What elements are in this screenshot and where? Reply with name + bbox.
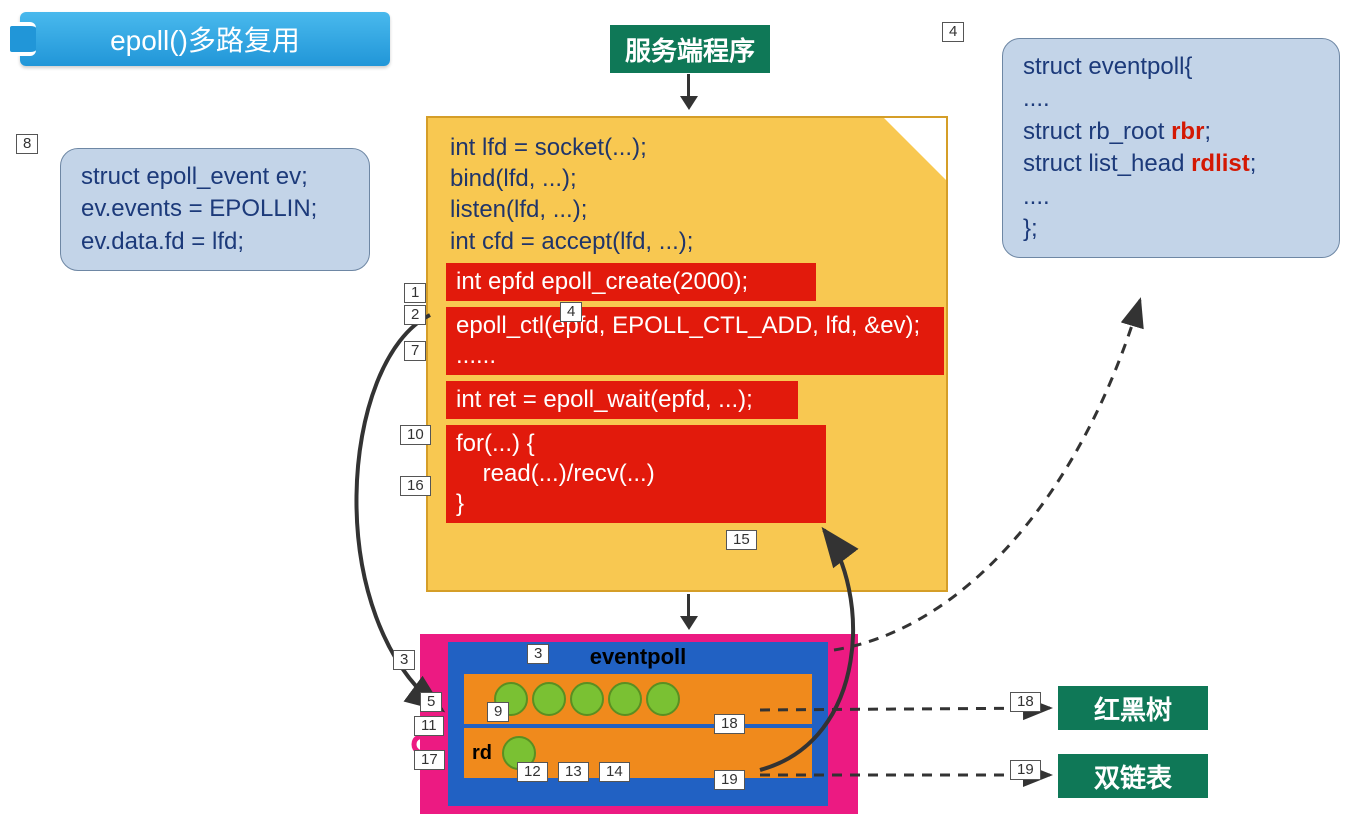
rb-l6: }; xyxy=(1023,213,1319,245)
code-c2: bind(lfd, ...); xyxy=(450,163,946,194)
num-18-right: 18 xyxy=(1010,692,1041,712)
rb-l4: struct list_head rdlist; xyxy=(1023,148,1319,180)
left-l3: ev.data.fd = lfd; xyxy=(81,226,349,258)
num-3-outer: 3 xyxy=(393,650,415,670)
code-c4: int cfd = accept(lfd, ...); xyxy=(450,226,946,257)
node-circle xyxy=(532,682,566,716)
code-note: int lfd = socket(...); bind(lfd, ...); l… xyxy=(426,116,948,592)
num-1: 1 xyxy=(404,283,426,303)
num-7: 7 xyxy=(404,341,426,361)
num-4-top: 4 xyxy=(942,22,964,42)
num-17: 17 xyxy=(414,750,445,770)
node-circle xyxy=(608,682,642,716)
num-12: 12 xyxy=(517,762,548,782)
code-c1: int lfd = socket(...); xyxy=(450,132,946,163)
blue-eventpoll: eventpoll rd xyxy=(448,642,828,806)
rb-l2: .... xyxy=(1023,83,1319,115)
red-for-loop: for(...) { read(...)/recv(...) } xyxy=(446,425,826,523)
num-19-inner: 19 xyxy=(714,770,745,790)
red-epoll-create: int epfd epoll_create(2000); xyxy=(446,263,816,301)
left-l1: struct epoll_event ev; xyxy=(81,161,349,193)
title-ring xyxy=(6,22,36,56)
num-18-inner: 18 xyxy=(714,714,745,734)
eventpoll-title: eventpoll xyxy=(448,644,828,670)
code-c3: listen(lfd, ...); xyxy=(450,194,946,225)
rdlist-label: rd xyxy=(472,742,492,765)
num-11: 11 xyxy=(414,716,444,736)
pink-container: eventpoll rd xyxy=(420,634,858,814)
title-bar: epoll()多路复用 xyxy=(20,12,390,66)
num-15: 15 xyxy=(726,530,757,550)
num-3-inner: 3 xyxy=(527,644,549,664)
num-4-inline: 4 xyxy=(560,302,582,322)
num-2: 2 xyxy=(404,305,426,325)
label-dlist: 双链表 xyxy=(1058,754,1208,798)
right-struct-box: struct eventpoll{ .... struct rb_root rb… xyxy=(1002,38,1340,258)
num-5: 5 xyxy=(420,692,442,712)
num-16: 16 xyxy=(400,476,431,496)
red-epoll-ctl: epoll_ctl(epfd, EPOLL_CTL_ADD, lfd, &ev)… xyxy=(446,307,944,375)
node-circle xyxy=(570,682,604,716)
num-9: 9 xyxy=(487,702,509,722)
num-14: 14 xyxy=(599,762,630,782)
label-rbtree: 红黑树 xyxy=(1058,686,1208,730)
rb-l3: struct rb_root rbr; xyxy=(1023,116,1319,148)
num-8: 8 xyxy=(16,134,38,154)
server-label: 服务端程序 xyxy=(610,25,770,73)
red-epoll-wait: int ret = epoll_wait(epfd, ...); xyxy=(446,381,798,419)
left-code-box: struct epoll_event ev; ev.events = EPOLL… xyxy=(60,148,370,271)
title-text: epoll()多路复用 xyxy=(110,19,300,59)
rb-l5: .... xyxy=(1023,181,1319,213)
num-10: 10 xyxy=(400,425,431,445)
left-l2: ev.events = EPOLLIN; xyxy=(81,193,349,225)
orange-row-rbr xyxy=(464,674,812,724)
num-13: 13 xyxy=(558,762,589,782)
num-19-right: 19 xyxy=(1010,760,1041,780)
rb-l1: struct eventpoll{ xyxy=(1023,51,1319,83)
node-circle xyxy=(646,682,680,716)
